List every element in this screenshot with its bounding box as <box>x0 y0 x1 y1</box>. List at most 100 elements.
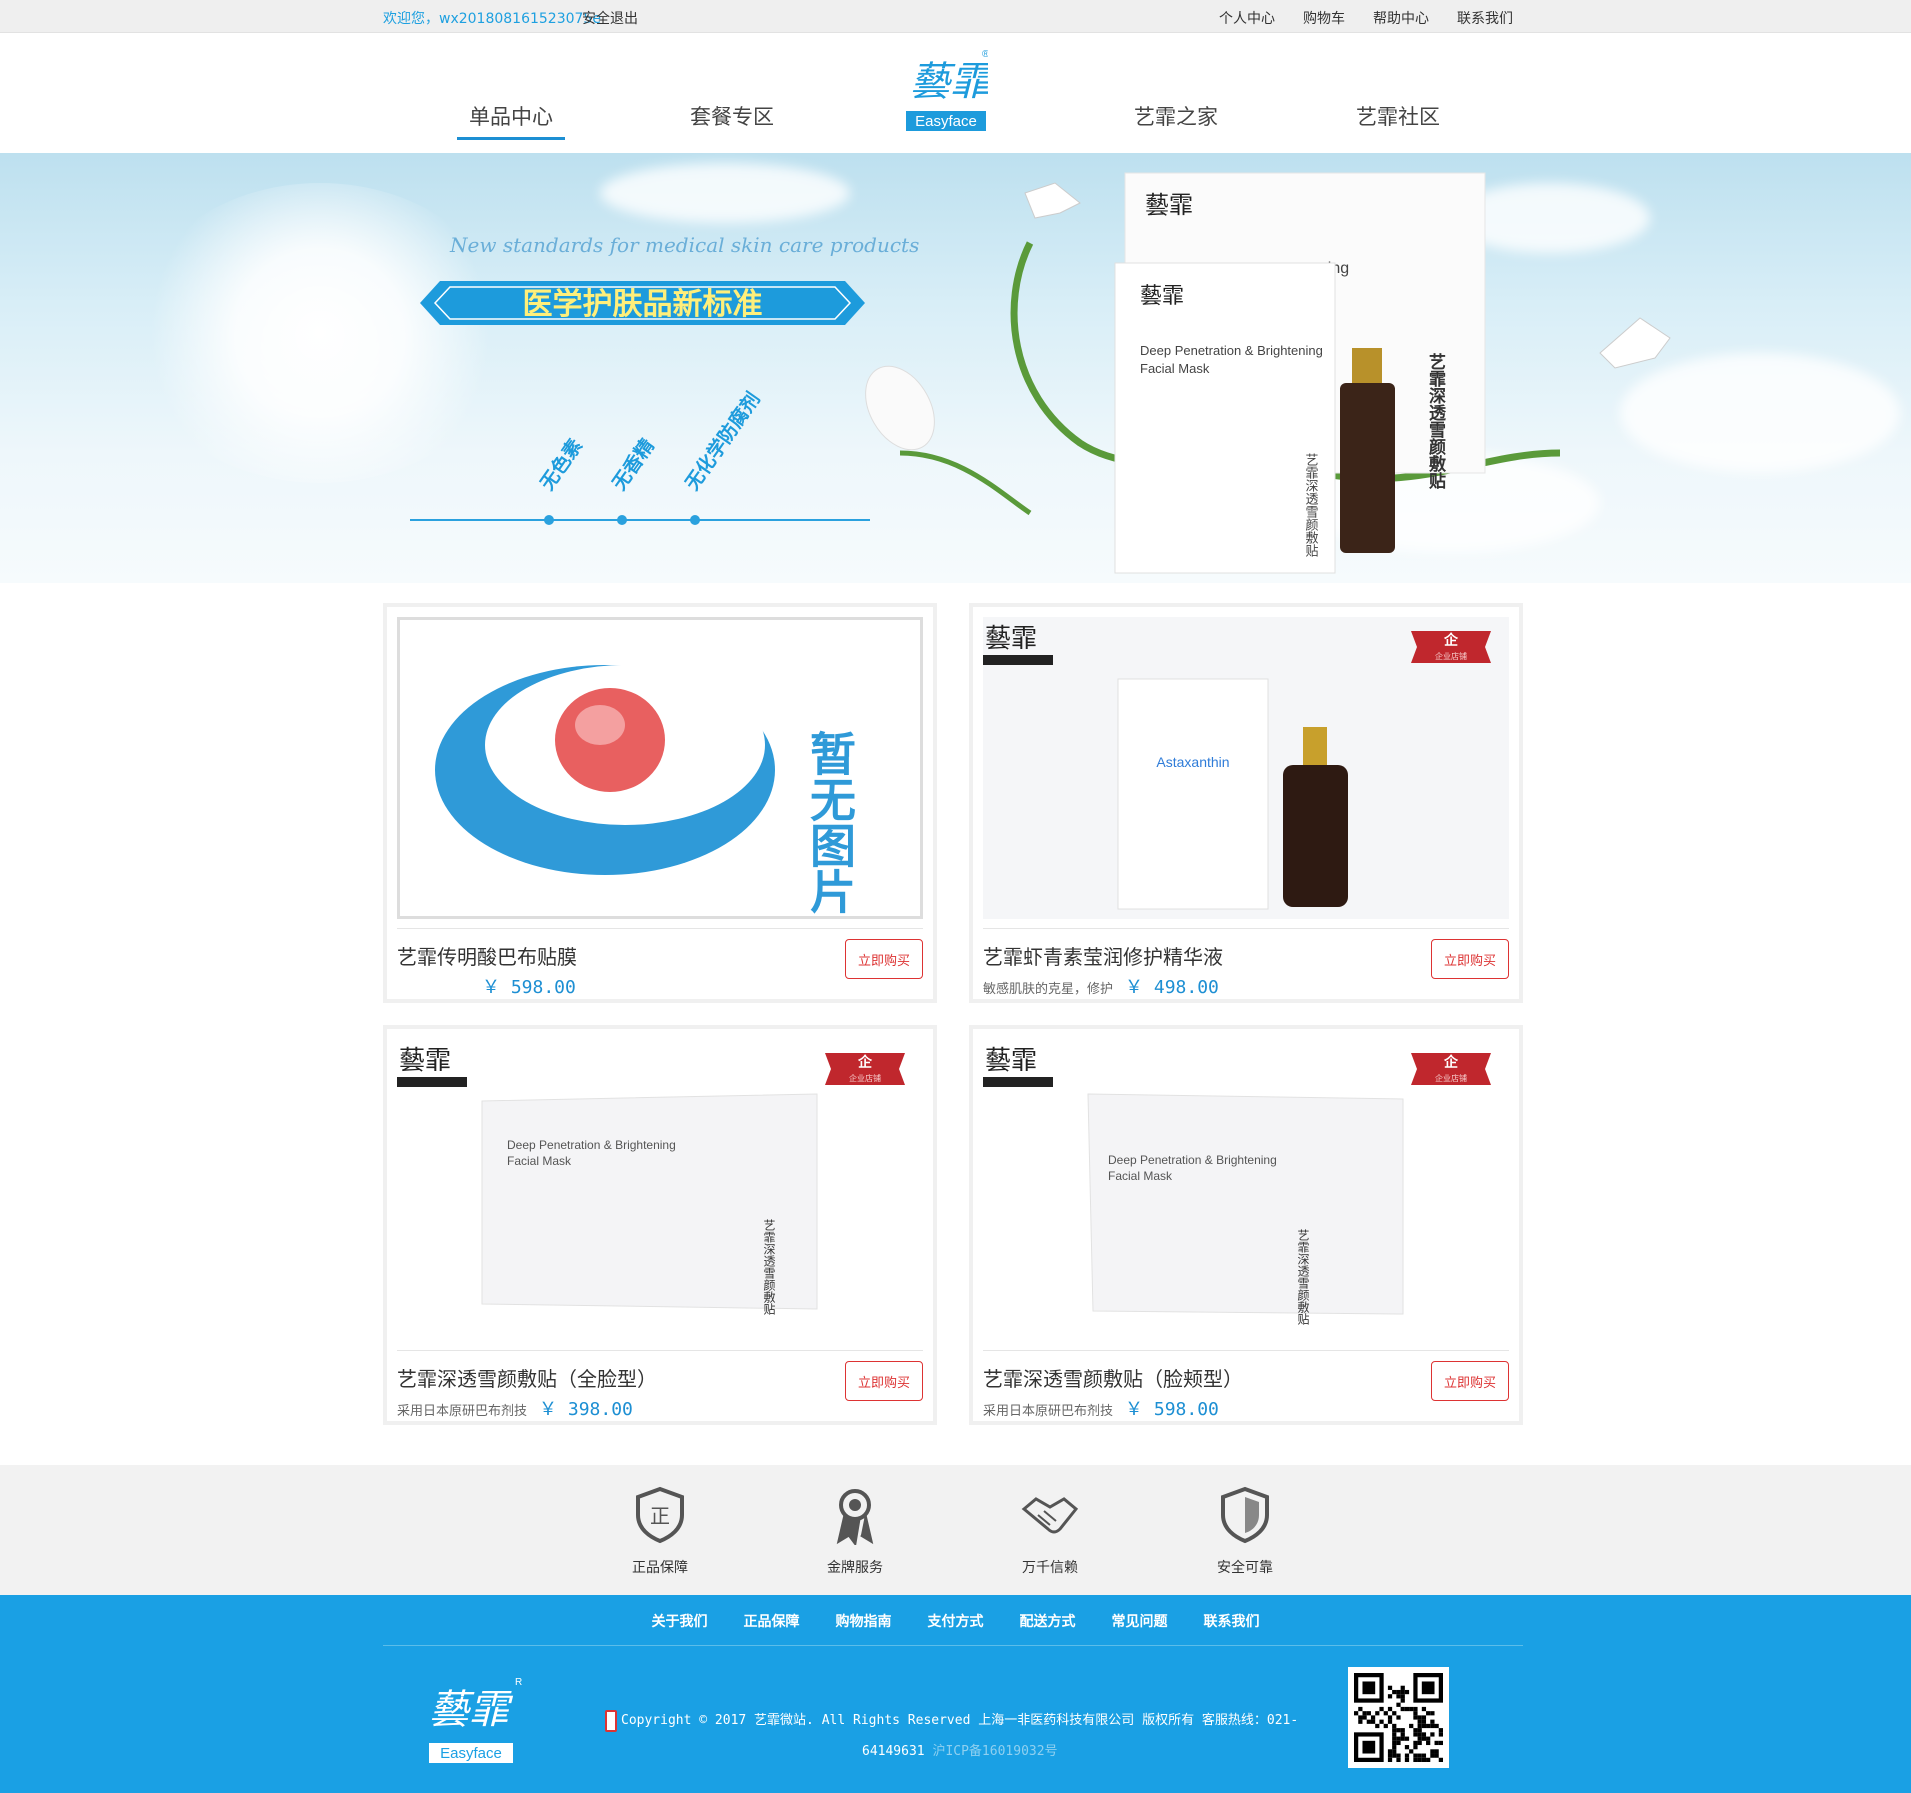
banner-product-illustration: 藝霏 ening 藝霏 Deep Penetration & Brighteni… <box>865 172 1671 574</box>
hotline-number: 64149631 <box>862 1744 925 1759</box>
svg-text:藝霏: 藝霏 <box>399 1046 451 1076</box>
product-sub: 采用日本原研巴布剂技 ￥ 398.00 <box>397 1395 633 1421</box>
service-label: 金牌服务 <box>827 1560 883 1576</box>
svg-text:艺霏深透雪颜敷贴: 艺霏深透雪颜敷贴 <box>762 1219 776 1315</box>
product-card[interactable]: 藝霏 Deep Penetration & Brightening Facial… <box>383 1025 937 1425</box>
svg-text:企: 企 <box>1443 632 1459 649</box>
hero-banner[interactable]: New standards for medical skin care prod… <box>0 153 1911 583</box>
product-name[interactable]: 艺霏深透雪颜敷贴（脸颊型） <box>983 1363 1243 1392</box>
svg-text:藝霏: 藝霏 <box>910 59 988 105</box>
no-image-placeholder: 暂无图片 <box>435 665 857 914</box>
service-label: 万千信赖 <box>1022 1560 1078 1576</box>
product-image[interactable]: 藝霏 Astaxanthin 企 企业店铺 <box>983 617 1509 919</box>
banner-glow <box>130 183 510 483</box>
product-name[interactable]: 艺霏深透雪颜敷贴（全脸型） <box>397 1363 657 1392</box>
nav-item-packages[interactable]: 套餐专区 <box>690 101 774 131</box>
buy-now-button[interactable]: 立即购买 <box>845 1361 923 1401</box>
svg-text:藝霏: 藝霏 <box>429 1687 514 1733</box>
footer-nav: 关于我们 正品保障 购物指南 支付方式 配送方式 常见问题 联系我们 <box>0 1611 1911 1631</box>
card-divider <box>983 928 1509 929</box>
footer-link-payment[interactable]: 支付方式 <box>928 1611 984 1631</box>
service-genuine: 正 正品保障 <box>600 1485 720 1577</box>
service-trust: 万千信赖 <box>990 1485 1110 1577</box>
product-desc: 敏感肌肤的克星，修护 <box>983 982 1114 997</box>
buy-now-button[interactable]: 立即购买 <box>845 939 923 979</box>
enterprise-store-badge: 企 企业店铺 <box>825 1053 905 1085</box>
footer-link-contact[interactable]: 联系我们 <box>1204 1611 1260 1631</box>
product-image[interactable]: 暂无图片 <box>397 617 923 919</box>
product-price: ￥ 598.00 <box>482 977 576 998</box>
icp-link[interactable]: 沪ICP备16019032号 <box>932 1744 1057 1759</box>
product-image[interactable]: 藝霏 Deep Penetration & Brightening Facial… <box>397 1039 923 1341</box>
username-link[interactable]: wx201808161523075e <box>439 11 601 27</box>
service-label: 安全可靠 <box>1217 1560 1273 1576</box>
footer-link-faq[interactable]: 常见问题 <box>1112 1611 1168 1631</box>
svg-text:Deep Penetration & Brightening: Deep Penetration & Brightening <box>1108 1153 1277 1167</box>
top-links: 个人中心 购物车 帮助中心 联系我们 <box>1191 8 1513 28</box>
footer-link-about[interactable]: 关于我们 <box>652 1611 708 1631</box>
phone-icon <box>605 1709 617 1732</box>
svg-text:Astaxanthin: Astaxanthin <box>1156 754 1229 770</box>
svg-text:Facial Mask: Facial Mask <box>507 1154 572 1168</box>
svg-text:R: R <box>515 1677 522 1688</box>
svg-text:企: 企 <box>1443 1054 1459 1071</box>
svg-text:藝霏: 藝霏 <box>985 624 1037 654</box>
card-divider <box>397 928 923 929</box>
top-bar: 欢迎您，wx201808161523075e 安全退出 个人中心 购物车 帮助中… <box>0 0 1911 33</box>
product-card[interactable]: 藝霏 Deep Penetration & Brightening Facial… <box>969 1025 1523 1425</box>
brand-logo[interactable]: 藝霏 ® Easyface <box>904 43 988 145</box>
buy-now-button[interactable]: 立即购买 <box>1431 1361 1509 1401</box>
handshake-icon <box>1021 1497 1079 1534</box>
banner-dot <box>690 515 700 525</box>
product-card[interactable]: 暂无图片 艺霏传明酸巴布贴膜 ￥ 598.00 立即购买 <box>383 603 937 1003</box>
svg-text:企业店铺: 企业店铺 <box>1435 1073 1467 1083</box>
nav-item-products[interactable]: 单品中心 <box>457 101 565 140</box>
welcome-text: 欢迎您，wx201808161523075e <box>383 8 601 28</box>
logout-link[interactable]: 安全退出 <box>582 8 638 28</box>
enterprise-store-badge: 企 企业店铺 <box>1411 631 1491 663</box>
svg-text:Deep Penetration & Brightening: Deep Penetration & Brightening <box>507 1138 676 1152</box>
svg-text:艺霏深透雪颜敷贴: 艺霏深透雪颜敷贴 <box>1303 453 1319 557</box>
product-price: ￥ 498.00 <box>1125 977 1219 998</box>
product-card[interactable]: 藝霏 Astaxanthin 企 企业店铺 艺霏虾青素莹润修护精华液 敏感肌肤的… <box>969 603 1523 1003</box>
banner-line <box>410 519 870 521</box>
product-name[interactable]: 艺霏传明酸巴布贴膜 <box>397 941 577 970</box>
svg-text:暂无图片: 暂无图片 <box>803 730 857 914</box>
footer-link-genuine[interactable]: 正品保障 <box>744 1611 800 1631</box>
feature-no-preservative: 无化学防腐剂 <box>681 388 765 495</box>
banner-dot <box>617 515 627 525</box>
footer-link-delivery[interactable]: 配送方式 <box>1020 1611 1076 1631</box>
banner-dot <box>544 515 554 525</box>
svg-text:Easyface: Easyface <box>440 1745 502 1762</box>
nav-item-community[interactable]: 艺霏社区 <box>1356 101 1440 131</box>
svg-text:正: 正 <box>650 1504 670 1528</box>
product-desc: 采用日本原研巴布剂技 <box>983 1404 1114 1419</box>
product-price: ￥ 598.00 <box>1125 1399 1219 1420</box>
svg-text:企业店铺: 企业店铺 <box>849 1073 881 1083</box>
top-link-help[interactable]: 帮助中心 <box>1373 8 1429 28</box>
banner-tagline-en: New standards for medical skin care prod… <box>450 233 920 257</box>
cloud <box>600 163 850 223</box>
product-image[interactable]: 藝霏 Deep Penetration & Brightening Facial… <box>983 1039 1509 1341</box>
product-sub: 敏感肌肤的克星，修护 ￥ 498.00 <box>983 973 1219 999</box>
svg-text:艺霏深透雪颜敷贴: 艺霏深透雪颜敷贴 <box>1425 352 1446 490</box>
service-label: 正品保障 <box>632 1560 688 1576</box>
svg-text:®: ® <box>982 49 988 60</box>
nav-item-home[interactable]: 艺霏之家 <box>1134 101 1218 131</box>
svg-text:藝霏: 藝霏 <box>1140 284 1184 309</box>
product-name[interactable]: 艺霏虾青素莹润修护精华液 <box>983 941 1223 970</box>
top-link-profile[interactable]: 个人中心 <box>1219 8 1275 28</box>
top-link-cart[interactable]: 购物车 <box>1303 8 1345 28</box>
svg-text:艺霏深透雪颜敷贴: 艺霏深透雪颜敷贴 <box>1296 1229 1310 1325</box>
shield-icon <box>1221 1486 1269 1544</box>
footer-link-guide[interactable]: 购物指南 <box>836 1611 892 1631</box>
enterprise-store-badge: 企 企业店铺 <box>1411 1053 1491 1085</box>
footer: 关于我们 正品保障 购物指南 支付方式 配送方式 常见问题 联系我们 藝霏 R … <box>0 1595 1911 1793</box>
product-desc: 采用日本原研巴布剂技 <box>397 1404 528 1419</box>
buy-now-button[interactable]: 立即购买 <box>1431 939 1509 979</box>
feature-no-pigment: 无色素 <box>536 435 587 495</box>
top-link-contact[interactable]: 联系我们 <box>1457 8 1513 28</box>
shield-zheng-icon: 正 <box>636 1486 684 1544</box>
footer-copyright: Copyright © 2017 艺霏微站. All Rights Reserv… <box>605 1705 1305 1767</box>
footer-divider <box>383 1645 1523 1646</box>
